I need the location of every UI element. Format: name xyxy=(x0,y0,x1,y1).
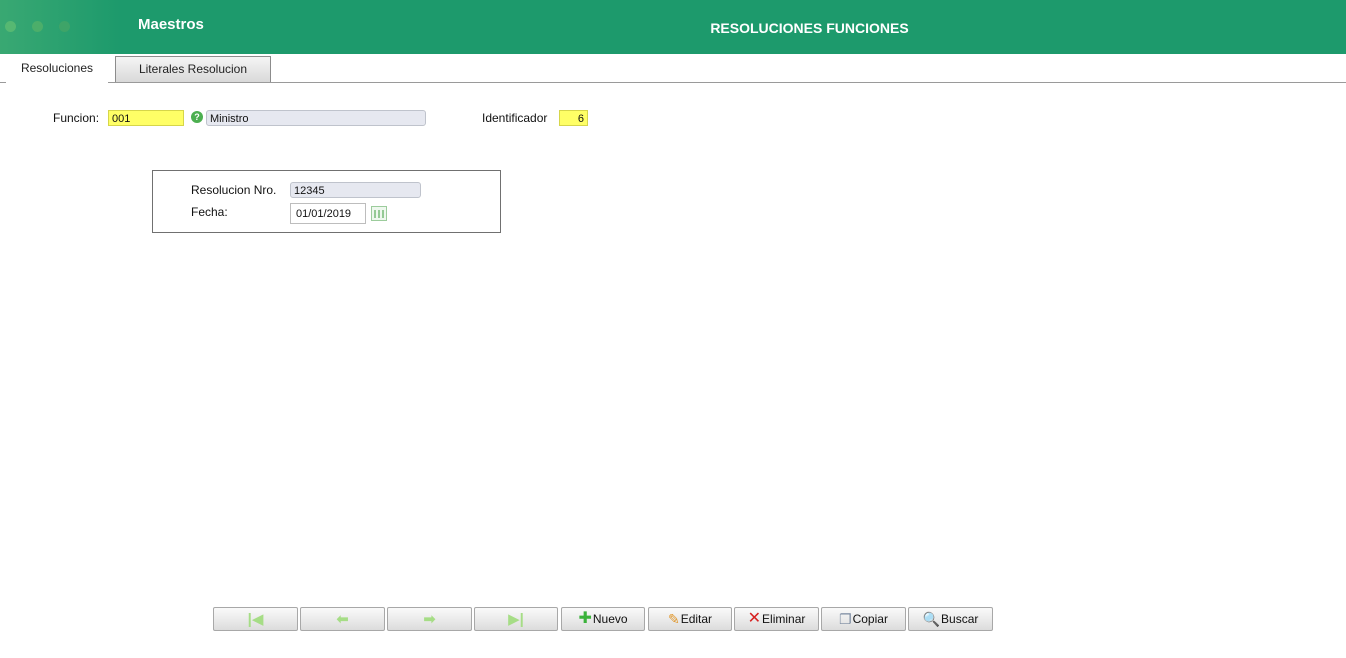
tab-resoluciones[interactable]: Resoluciones xyxy=(6,56,108,83)
previous-record-button[interactable]: ⬅ xyxy=(300,607,385,631)
resolucion-number-field[interactable]: 12345 xyxy=(290,182,421,198)
next-record-button[interactable]: ➡ xyxy=(387,607,472,631)
pencil-icon: ✎ xyxy=(667,611,680,627)
app-header: Maestros RESOLUCIONES FUNCIONES xyxy=(0,0,1346,54)
fecha-input[interactable]: 01/01/2019 xyxy=(290,203,366,224)
resolucion-label: Resolucion Nro. xyxy=(191,183,277,197)
fecha-label: Fecha: xyxy=(191,205,228,219)
last-record-button[interactable]: ▶| xyxy=(474,607,558,631)
next-record-icon: ➡ xyxy=(423,611,436,628)
tab-bar: Resoluciones Literales Resolucion xyxy=(0,54,1346,83)
previous-record-icon: ⬅ xyxy=(336,611,349,628)
copy-icon: ❐ xyxy=(839,611,852,627)
buscar-label: Buscar xyxy=(941,612,979,626)
identificador-label: Identificador xyxy=(482,111,548,125)
help-lookup-icon[interactable]: ? xyxy=(191,111,203,123)
nuevo-button[interactable]: ✚ Nuevo xyxy=(561,607,645,631)
first-record-icon: |◀ xyxy=(247,611,264,628)
identificador-input[interactable]: 6 xyxy=(559,110,588,126)
editar-button[interactable]: ✎ Editar xyxy=(648,607,732,631)
eliminar-label: Eliminar xyxy=(762,612,806,626)
calendar-icon[interactable] xyxy=(371,206,387,221)
last-record-icon: ▶| xyxy=(508,611,524,628)
magnifier-icon: 🔍 xyxy=(922,611,941,627)
buscar-button[interactable]: 🔍 Buscar xyxy=(908,607,993,631)
page-title: RESOLUCIONES FUNCIONES xyxy=(710,20,909,36)
copiar-label: Copiar xyxy=(852,612,888,626)
x-icon: ✕ xyxy=(747,610,762,627)
nuevo-label: Nuevo xyxy=(592,612,628,626)
first-record-button[interactable]: |◀ xyxy=(213,607,298,631)
editar-label: Editar xyxy=(680,612,713,626)
funcion-name-field: Ministro xyxy=(206,110,426,126)
copiar-button[interactable]: ❐ Copiar xyxy=(821,607,906,631)
plus-icon: ✚ xyxy=(578,610,592,627)
eliminar-button[interactable]: ✕ Eliminar xyxy=(734,607,819,631)
funcion-label: Funcion: xyxy=(53,111,100,125)
tab-literales-resolucion[interactable]: Literales Resolucion xyxy=(115,56,271,82)
funcion-code-input[interactable]: 001 xyxy=(108,110,184,126)
